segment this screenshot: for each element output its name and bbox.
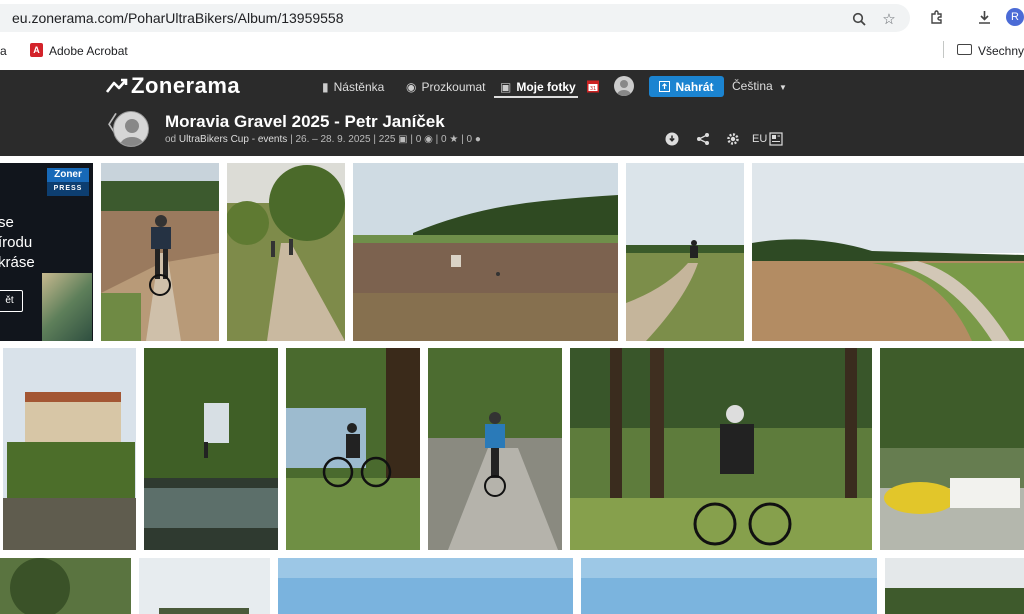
nav-item-moje-fotky[interactable]: ▣ Moje fotky [500, 78, 576, 96]
photo-wide-field [353, 163, 618, 341]
folder-icon [957, 44, 972, 55]
photo-thumbnail[interactable] [0, 558, 131, 614]
eye-icon: ◉ [424, 134, 433, 145]
photo-thumbnail[interactable] [880, 348, 1024, 550]
like-count: 0 [441, 134, 447, 145]
photo-cyclist-blue-jersey [428, 348, 562, 550]
photo-thumbnail[interactable] [885, 558, 1024, 614]
album-owner-avatar[interactable] [113, 111, 149, 147]
ad-logo-bottom: PRESS [47, 182, 89, 196]
address-bar[interactable]: eu.zonerama.com/PoharUltraBikers/Album/1… [0, 4, 910, 32]
calendar-icon[interactable]: 31 [587, 79, 599, 93]
photo-thumbnail[interactable] [3, 348, 136, 550]
zonerama-logo-icon [106, 78, 128, 93]
info-count: 0 [466, 134, 473, 145]
photo-thumbnail[interactable] [278, 558, 573, 614]
photo-thumbnail[interactable] [139, 558, 270, 614]
ad-logo-top: Zoner [54, 169, 82, 180]
user-avatar[interactable] [614, 76, 634, 96]
photo-thumbnail[interactable] [752, 163, 1024, 341]
nav-item-nastenka[interactable]: ▮ Nástěnka [322, 78, 384, 96]
photos-icon: ▣ [500, 80, 512, 94]
bookmarks-divider [943, 41, 944, 58]
settings-gear-icon[interactable] [725, 131, 741, 147]
photo-thumbnail[interactable] [353, 163, 618, 341]
zonerama-logo[interactable]: Zonerama [106, 73, 240, 99]
ad-text: se írodu kráse [0, 214, 35, 271]
svg-text:31: 31 [590, 86, 596, 92]
photo-count: 225 [378, 134, 396, 145]
upload-button[interactable]: Nahrát [649, 76, 724, 97]
advertisement-banner[interactable]: Zoner PRESS se írodu kráse ět [0, 163, 93, 341]
active-nav-underline [494, 96, 578, 98]
photo-paddle-boats [880, 348, 1024, 550]
download-icon[interactable] [974, 7, 994, 27]
upload-icon [659, 81, 671, 92]
album-author-link[interactable]: UltraBikers Cup - events [179, 134, 287, 145]
photo-pale-sky [139, 558, 270, 614]
bookmark-item[interactable]: a [0, 44, 7, 58]
photo-thumbnail[interactable] [144, 348, 278, 550]
extensions-icon[interactable] [926, 7, 946, 27]
bookmarks-folder[interactable]: Všechny z [978, 44, 1024, 58]
photo-trees-by-water [144, 348, 278, 550]
view-count: 0 [415, 134, 422, 145]
upload-label: Nahrát [675, 79, 714, 94]
photo-thumbnail[interactable] [286, 348, 420, 550]
share-icon[interactable] [695, 131, 711, 147]
photo-blue-sky-2 [581, 558, 877, 614]
url-text[interactable]: eu.zonerama.com/PoharUltraBikers/Album/1… [12, 10, 344, 26]
photo-thumbnail[interactable] [570, 348, 872, 550]
zoom-icon[interactable] [850, 10, 868, 28]
photo-curving-field-path [752, 163, 1024, 341]
ad-book-covers [42, 273, 92, 341]
star-icon: ★ [449, 134, 459, 145]
profile-avatar[interactable]: R [1006, 8, 1024, 26]
photo-thumbnail[interactable] [581, 558, 877, 614]
compass-icon: ◉ [406, 80, 417, 94]
photo-castle-over-river [3, 348, 136, 550]
nav-label: Prozkoumat [421, 80, 486, 94]
chevron-down-icon: ▼ [779, 83, 787, 92]
bookmark-adobe-acrobat[interactable]: Adobe Acrobat [49, 44, 128, 58]
site-header: Zonerama ▮ Nástěnka ◉ Prozkoumat ▣ Moje … [0, 70, 1024, 156]
acrobat-icon: A [30, 43, 43, 57]
photo-cyclist-near-tent [286, 348, 420, 550]
by-prefix: od [165, 134, 177, 145]
photo-cyclist-on-gravel-path [626, 163, 744, 341]
photo-thumbnail[interactable] [227, 163, 345, 341]
photo-thumbnail[interactable] [626, 163, 744, 341]
photo-thumbnail[interactable] [428, 348, 562, 550]
nav-item-prozkoumat[interactable]: ◉ Prozkoumat [406, 78, 486, 96]
photo-thumbnail[interactable] [101, 163, 219, 341]
photo-treeline [885, 558, 1024, 614]
nav-label: Moje fotky [516, 80, 576, 94]
album-dates: 26. – 28. 9. 2025 [295, 134, 371, 145]
photo-gravel-road-trees [227, 163, 345, 341]
language-selector[interactable]: Čeština ▼ [732, 79, 787, 93]
eu-label: EU [752, 133, 768, 145]
photo-tree-canopy [0, 558, 131, 614]
photos-icon: ▣ [398, 134, 408, 145]
album-title: Moravia Gravel 2025 - Petr Janíček [165, 112, 445, 131]
photo-cyclist-between-trees [570, 348, 872, 550]
language-label: Čeština [732, 79, 773, 93]
chart-icon: ▮ [322, 80, 329, 94]
download-album-icon[interactable] [664, 131, 680, 147]
zoner-press-logo: Zoner PRESS [47, 168, 89, 196]
nav-label: Nástěnka [333, 80, 385, 94]
gallery-view-icon[interactable] [768, 131, 784, 147]
bookmark-star-icon[interactable]: ☆ [880, 10, 898, 28]
photo-cyclist-field [101, 163, 219, 341]
photo-blue-sky [278, 558, 573, 614]
album-meta: od UltraBikers Cup - events | 26. – 28. … [165, 134, 481, 145]
ad-button[interactable]: ět [0, 290, 23, 312]
logo-text: Zonerama [131, 73, 241, 98]
browser-chrome: eu.zonerama.com/PoharUltraBikers/Album/1… [0, 0, 1024, 70]
info-icon: ● [474, 134, 481, 145]
